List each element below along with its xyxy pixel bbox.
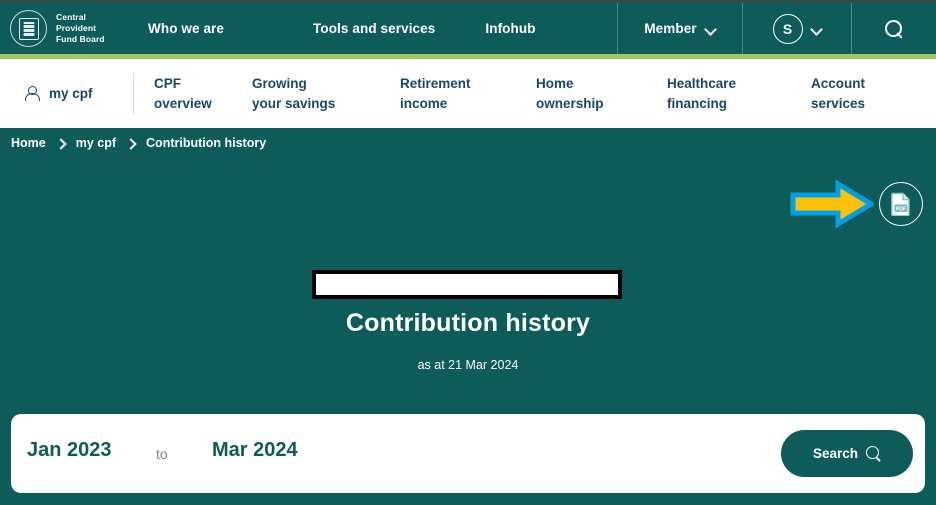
subnav-item-home-ownership[interactable]: Home ownership [536, 74, 604, 115]
date-from-input[interactable]: Jan 2023 [27, 439, 112, 462]
member-menu-label: Member [644, 21, 697, 36]
cpf-seal-bars [23, 21, 34, 36]
nav-item-tools-and-services[interactable]: Tools and services [313, 21, 435, 36]
nav-item-infohub[interactable]: Infohub [485, 21, 535, 36]
subnav-item-growing-your-savings[interactable]: Growing your savings [252, 74, 335, 115]
chevron-right-icon [127, 137, 135, 149]
page-subtitle: as at 21 Mar 2024 [417, 358, 519, 372]
chevron-down-icon [812, 24, 822, 34]
subnav-item-account-services[interactable]: Account services [811, 74, 865, 115]
date-until-input[interactable]: Mar 2024 [212, 439, 298, 462]
pdf-document-icon: PDF [891, 192, 910, 216]
search-button[interactable]: Search [781, 430, 913, 477]
subnav-item-healthcare-financing[interactable]: Healthcare financing [667, 74, 736, 115]
page-root: Central Provident Fund Board Who we are … [0, 0, 936, 505]
redacted-name-field [312, 270, 622, 299]
header-search-button[interactable] [852, 3, 936, 54]
subnav-item-retirement-income[interactable]: Retirement income [400, 74, 471, 115]
breadcrumb-item-contribution-history: Contribution history [146, 136, 267, 150]
search-icon [885, 19, 903, 38]
breadcrumb: Home my cpf Contribution history [11, 136, 266, 150]
subnav-item-cpf-overview[interactable]: CPF overview [154, 74, 212, 115]
chevron-down-icon [706, 24, 716, 34]
user-menu[interactable]: S [743, 3, 851, 54]
brand-wordmark: Central Provident Fund Board [56, 12, 105, 46]
nav-item-who-we-are[interactable]: Who we are [148, 21, 224, 36]
subnav-item-list: CPF overview Growing your savings Retire… [0, 59, 936, 128]
date-to-label: to [156, 446, 168, 462]
search-button-label: Search [812, 446, 859, 461]
avatar: S [772, 13, 803, 44]
svg-text:PDF: PDF [896, 206, 907, 212]
chevron-right-icon [57, 137, 65, 149]
brand-line-3: Fund Board [56, 34, 105, 45]
date-range-search-card: Jan 2023 to Mar 2024 Search [11, 414, 925, 493]
breadcrumb-item-my-cpf[interactable]: my cpf [76, 136, 116, 150]
breadcrumb-item-home[interactable]: Home [11, 136, 46, 150]
right-arrow-annotation-icon [790, 179, 876, 229]
brand-logo[interactable]: Central Provident Fund Board [0, 10, 140, 47]
member-menu[interactable]: Member [618, 3, 742, 54]
download-pdf-button[interactable]: PDF [879, 182, 923, 226]
search-icon [866, 446, 881, 461]
cpf-seal-icon [10, 10, 47, 47]
page-title: Contribution history [345, 309, 591, 337]
brand-line-2: Provident [56, 22, 97, 33]
brand-line-1: Central [56, 11, 86, 22]
